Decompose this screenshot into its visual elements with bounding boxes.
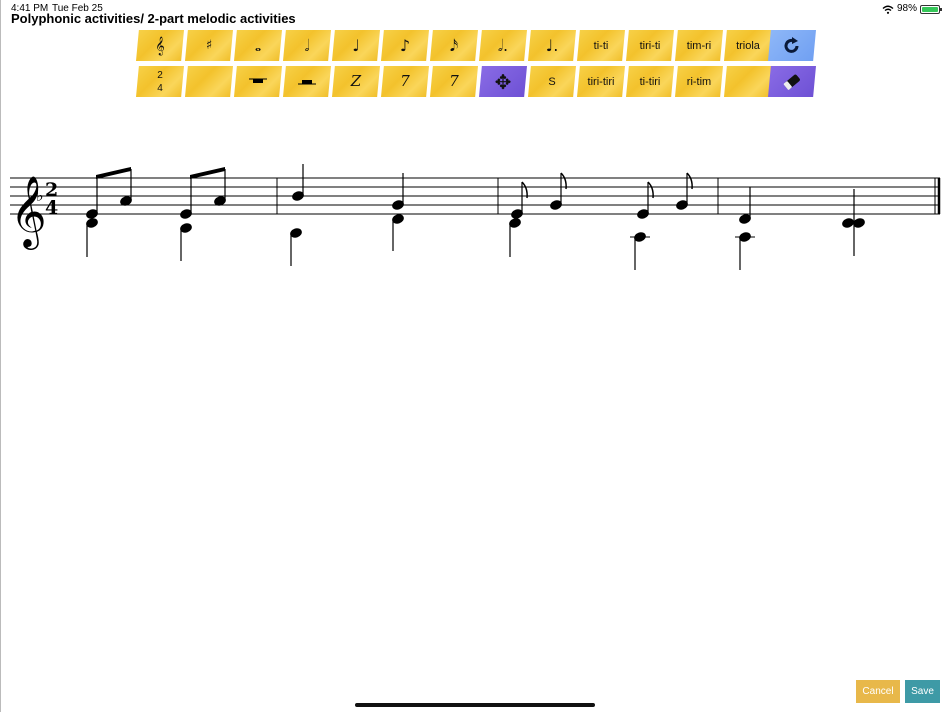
tim-ri-label: tim-ri — [686, 39, 712, 52]
eighth-rest-tool[interactable]: 7 — [381, 66, 429, 97]
blank-tool-2[interactable] — [724, 66, 772, 97]
sharp-tool[interactable]: ♯ — [185, 30, 233, 61]
time-sig-top: 2 — [157, 69, 163, 81]
eraser-icon — [783, 74, 800, 90]
redo-button[interactable] — [768, 30, 816, 61]
quarter-rest-tool[interactable]: Z — [332, 66, 380, 97]
wifi-icon — [882, 5, 894, 14]
sixteenth-rest-icon: 7 — [449, 72, 459, 90]
time-signature-tool[interactable]: 2 4 — [136, 66, 184, 97]
sixteenth-rest-tool[interactable]: 7 — [430, 66, 478, 97]
tiri-ti-tool[interactable]: tiri-ti — [626, 30, 674, 61]
ti-tiri-label: ti-tiri — [639, 75, 661, 88]
s-tool[interactable]: S — [528, 66, 576, 97]
status-indicators: 98% — [882, 2, 942, 16]
blank-tool-1[interactable] — [185, 66, 233, 97]
ti-tiri-tool[interactable]: ti-tiri — [626, 66, 674, 97]
sixteenth-note-icon: 𝅘𝅥𝅯 — [449, 35, 459, 55]
time-sig-bottom: 4 — [157, 82, 163, 94]
tim-ri-tool[interactable]: tim-ri — [675, 30, 723, 61]
dotted-half-note-icon: 𝅗𝅥. — [497, 35, 509, 55]
half-note-tool[interactable]: 𝅗𝅥 — [283, 30, 331, 61]
home-indicator[interactable] — [355, 703, 595, 707]
battery-icon — [920, 4, 942, 14]
whole-note-tool[interactable]: 𝅝 — [234, 30, 282, 61]
s-label: S — [548, 75, 556, 88]
tiri-tiri-label: tiri-tiri — [587, 75, 615, 88]
score-time-signature-bottom: 4 — [45, 197, 58, 219]
staff-lines — [10, 177, 940, 215]
move-tool[interactable]: ✥ — [479, 66, 527, 97]
treble-clef-icon: 𝄞 — [155, 35, 165, 55]
eighth-note-icon: ♪ — [399, 35, 411, 55]
dotted-half-note-tool[interactable]: 𝅗𝅥. — [479, 30, 527, 61]
redo-icon — [784, 36, 799, 53]
cancel-button[interactable]: Cancel — [856, 680, 900, 703]
move-icon: ✥ — [494, 69, 512, 94]
tiri-tiri-tool[interactable]: tiri-tiri — [577, 66, 625, 97]
notation-toolbar: 𝄞 ♯ 𝅝 𝅗𝅥 ♩ ♪ 𝅘𝅥𝅯 𝅗𝅥. ♩. ti-ti tiri-ti ti… — [132, 30, 822, 98]
half-rest-tool[interactable] — [283, 66, 331, 97]
eighth-rest-icon: 7 — [400, 72, 410, 90]
ti-ti-tool[interactable]: ti-ti — [577, 30, 625, 61]
quarter-rest-icon: Z — [350, 72, 362, 90]
sixteenth-note-tool[interactable]: 𝅘𝅥𝅯 — [430, 30, 478, 61]
half-note-icon: 𝅗𝅥 — [304, 35, 310, 55]
treble-clef-tool[interactable]: 𝄞 — [136, 30, 184, 61]
notes — [86, 164, 865, 270]
eraser-button[interactable] — [768, 66, 816, 97]
sharp-icon: ♯ — [205, 38, 213, 53]
quarter-note-tool[interactable]: ♩ — [332, 30, 380, 61]
eighth-note-tool[interactable]: ♪ — [381, 30, 429, 61]
page-title: Polyphonic activities/ 2-part melodic ac… — [11, 11, 296, 26]
triola-tool[interactable]: triola — [724, 30, 772, 61]
half-rest-icon — [298, 79, 316, 84]
save-button[interactable]: Save — [905, 680, 940, 703]
triola-label: triola — [736, 39, 760, 52]
tiri-ti-label: tiri-ti — [639, 39, 661, 52]
quarter-note-icon: ♩ — [352, 35, 360, 55]
ri-tim-label: ri-tim — [686, 75, 712, 88]
whole-rest-icon — [249, 78, 267, 83]
dotted-quarter-note-tool[interactable]: ♩. — [528, 30, 576, 61]
battery-percent: 98% — [896, 3, 917, 14]
ri-tim-tool[interactable]: ri-tim — [675, 66, 723, 97]
whole-note-icon: 𝅝 — [254, 35, 262, 55]
dotted-quarter-note-icon: ♩. — [545, 35, 559, 55]
window-edge — [0, 0, 1, 712]
flat-key-signature-icon: ♭ — [36, 186, 44, 205]
whole-rest-tool[interactable] — [234, 66, 282, 97]
time-signature-icon: 2 4 — [157, 69, 163, 95]
music-staff[interactable]: 𝄞 ♭ 2 4 — [0, 140, 950, 300]
ti-ti-label: ti-ti — [593, 39, 609, 52]
